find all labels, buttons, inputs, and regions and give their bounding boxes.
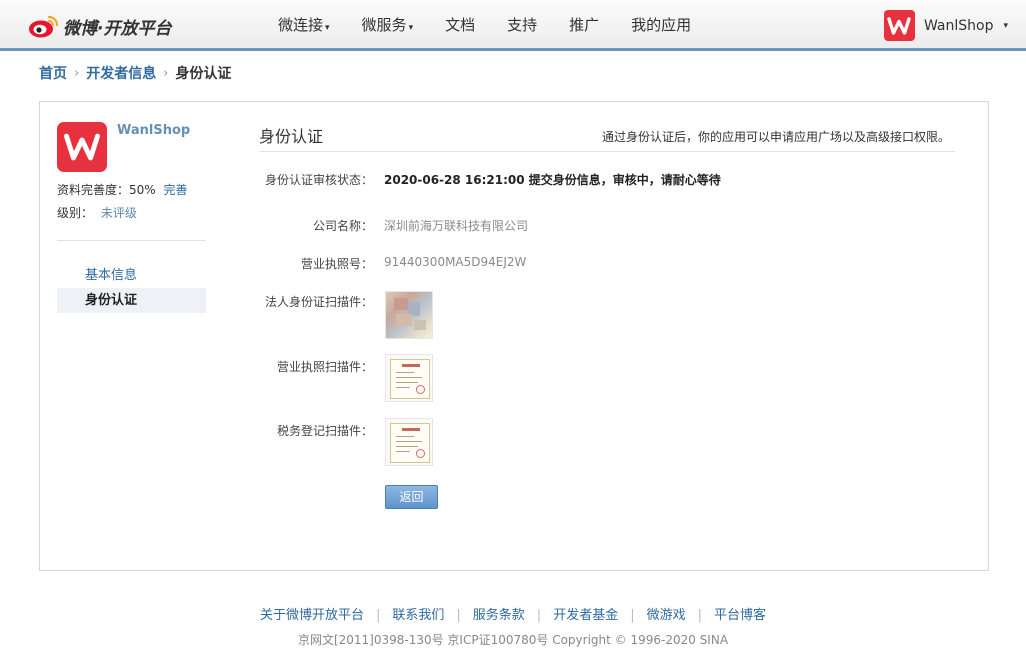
footer-separator: |: [697, 608, 702, 623]
chevron-right-icon: ›: [163, 65, 169, 81]
license-no-value: 91440300MA5D94EJ2W: [384, 255, 527, 269]
footer-link-contact[interactable]: 联系我们: [392, 608, 444, 623]
doc-line: [396, 372, 414, 373]
level-row: 级别： 未评级: [57, 204, 137, 221]
id-scan-label: 法人身份证扫描件：: [264, 295, 373, 309]
footer-link-blog[interactable]: 平台博客: [714, 608, 766, 623]
footer-separator: |: [536, 608, 542, 623]
caret-down-icon: ▾: [408, 23, 414, 33]
level-label: 级别：: [57, 206, 94, 220]
nav-label: 微服务: [361, 16, 407, 34]
nav-item-docs[interactable]: 文档: [429, 0, 491, 51]
license-no-label: 营业执照号：: [300, 257, 373, 271]
mosaic-block: [396, 314, 412, 326]
id-card-scan-thumbnail[interactable]: [385, 291, 433, 339]
doc-heading: [402, 428, 420, 431]
business-license-scan-thumbnail[interactable]: [385, 354, 433, 402]
chevron-right-icon: ›: [74, 65, 80, 81]
doc-line: [396, 436, 414, 437]
footer-link-about[interactable]: 关于微博开放平台: [260, 608, 364, 623]
document-icon: [390, 359, 430, 399]
nav-item-weifuwu[interactable]: 微服务 ▾: [346, 0, 430, 51]
stamp-icon: [416, 385, 425, 394]
mosaic-block: [394, 298, 408, 310]
nav-item-weilianjie[interactable]: 微连接 ▾: [262, 0, 346, 51]
sidebar-item-basic-info[interactable]: 基本信息: [57, 263, 206, 288]
completeness-value: 50%: [129, 183, 156, 197]
completeness-label: 资料完善度：: [57, 183, 130, 197]
nav-item-my-apps[interactable]: 我的应用: [615, 0, 707, 51]
back-button[interactable]: 返回: [385, 485, 438, 509]
main-nav: 微连接 ▾ 微服务 ▾ 文档 支持 推广 我的应用: [262, 0, 707, 51]
caret-down-icon: ▾: [1003, 20, 1008, 31]
doc-line: [396, 377, 422, 378]
nav-label: 微连接: [278, 16, 324, 34]
page-title: 身份认证: [259, 127, 324, 146]
footer-separator: |: [456, 608, 461, 623]
footer-link-games[interactable]: 微游戏: [647, 608, 686, 623]
doc-line: [396, 382, 418, 383]
wanlshop-logo-icon: [887, 16, 912, 35]
app-name[interactable]: WanlShop: [117, 123, 190, 138]
app-avatar-large: [57, 122, 107, 172]
level-value: 未评级: [100, 206, 137, 220]
footer-links: 关于微博开放平台 | 联系我们 | 服务条款 | 开发者基金 | 微游戏 | 平台博客: [0, 604, 1026, 623]
weibo-open-platform-logo[interactable]: 微博·开放平台: [28, 12, 171, 40]
breadcrumb: 首页 › 开发者信息 › 身份认证: [39, 63, 231, 83]
mosaic-block: [414, 320, 426, 330]
completeness-row: 资料完善度：50% 完善: [57, 181, 188, 198]
user-menu[interactable]: WanlShop ▾: [883, 10, 1008, 41]
app-avatar: [883, 10, 915, 41]
tax-scan-label: 税务登记扫描件：: [276, 424, 373, 438]
weibo-logo-icon: [29, 15, 59, 38]
caret-down-icon: ▾: [325, 23, 330, 33]
logo-text: 微博·开放平台: [63, 18, 172, 39]
footer-separator: |: [375, 608, 381, 623]
footer-copyright: 京网文[2011]0398-130号 京ICP证100780号 Copyrigh…: [297, 633, 729, 647]
company-label: 公司名称：: [312, 219, 373, 233]
sidebar-item-identity[interactable]: 身份认证: [57, 288, 206, 313]
company-value: 深圳前海万联科技有限公司: [384, 219, 529, 233]
footer-link-fund[interactable]: 开发者基金: [553, 608, 618, 623]
top-header: 微博·开放平台 微连接 ▾ 微服务 ▾ 文档 支持 推广 我的应用 WanlShop…: [0, 0, 1026, 51]
doc-line: [396, 441, 422, 442]
wanlshop-logo-icon: [63, 133, 101, 161]
license-scan-label: 营业执照扫描件：: [276, 360, 373, 374]
document-icon: [390, 423, 430, 463]
page-hint: 通过身份认证后，你的应用可以申请应用广场以及高级接口权限。: [601, 130, 950, 144]
nav-item-support[interactable]: 支持: [491, 0, 553, 51]
doc-line: [396, 446, 418, 447]
complete-profile-link[interactable]: 完善: [164, 183, 188, 197]
breadcrumb-current: 身份认证: [175, 66, 232, 82]
footer-separator: |: [630, 608, 635, 623]
tax-registration-scan-thumbnail[interactable]: [385, 418, 433, 466]
user-name: WanlShop: [923, 17, 994, 34]
stamp-icon: [416, 449, 425, 458]
doc-heading: [402, 364, 420, 367]
nav-item-promotion[interactable]: 推广: [553, 0, 615, 51]
main-panel: WanlShop 资料完善度：50% 完善 级别： 未评级 基本信息 身份认证 …: [39, 101, 989, 571]
status-label: 身份认证审核状态：: [264, 173, 373, 187]
content-divider: [259, 151, 955, 152]
doc-line: [396, 387, 410, 388]
status-value: 2020-06-28 16:21:00 提交身份信息，审核中，请耐心等待: [384, 173, 721, 187]
footer-link-terms[interactable]: 服务条款: [473, 608, 525, 623]
sidebar-divider: [57, 240, 206, 241]
breadcrumb-developer-info[interactable]: 开发者信息: [86, 63, 156, 83]
breadcrumb-home[interactable]: 首页: [39, 63, 67, 83]
doc-line: [396, 451, 410, 452]
